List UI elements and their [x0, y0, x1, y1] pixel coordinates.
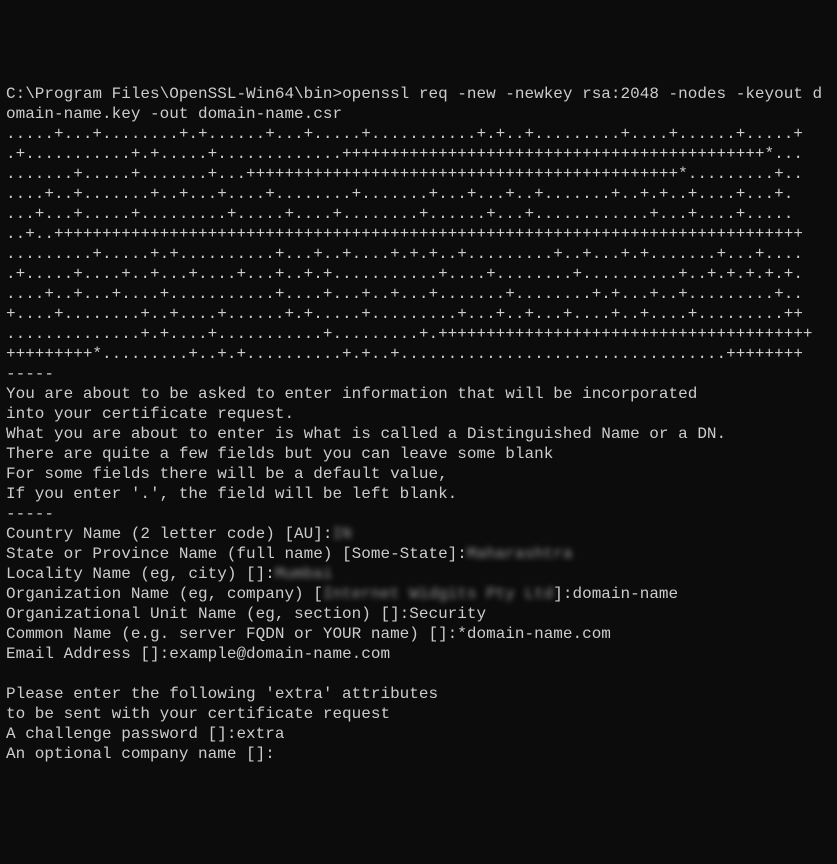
org-default: Internet Widgits Pty Ltd	[323, 585, 553, 603]
country-value: IN	[332, 525, 351, 543]
keygen-line: ....+..+.......+..+...+....+........+...…	[6, 185, 793, 203]
command-line: C:\Program Files\OpenSSL-Win64\bin>opens…	[6, 85, 822, 123]
keygen-line: .........+.....+.+..........+...+..+....…	[6, 245, 803, 263]
org-prompt: Organization Name (eg, company) [Interne…	[6, 585, 678, 603]
keygen-line: +++++++++*.........+..+.+..........+.+..…	[6, 345, 803, 363]
info-line: into your certificate request.	[6, 405, 294, 423]
keygen-line: .+.....+....+..+...+....+...+..+.+......…	[6, 265, 803, 283]
locality-value: Mumbai	[275, 565, 333, 583]
state-value: Maharashtra	[467, 545, 573, 563]
keygen-line: ....+..+...+....+...........+....+...+..…	[6, 285, 803, 303]
extra-heading: Please enter the following 'extra' attri…	[6, 685, 438, 703]
keygen-line: .....+...+........+.+......+...+.....+..…	[6, 125, 803, 143]
info-line: You are about to be asked to enter infor…	[6, 385, 697, 403]
keygen-line: ..............+.+....+...........+......…	[6, 325, 813, 343]
challenge-prompt: A challenge password []:extra	[6, 725, 284, 743]
keygen-line: .......+.....+.......+...+++++++++++++++…	[6, 165, 803, 183]
challenge-value: extra	[236, 725, 284, 743]
prompt-path: C:\Program Files\OpenSSL-Win64\bin>	[6, 85, 342, 103]
info-line: There are quite a few fields but you can…	[6, 445, 553, 463]
email-prompt: Email Address []:example@domain-name.com	[6, 645, 390, 663]
cn-value: *domain-name.com	[457, 625, 611, 643]
state-prompt: State or Province Name (full name) [Some…	[6, 545, 573, 563]
separator: -----	[6, 365, 54, 383]
extra-sub: to be sent with your certificate request	[6, 705, 390, 723]
ou-prompt: Organizational Unit Name (eg, section) […	[6, 605, 486, 623]
info-line: For some fields there will be a default …	[6, 465, 448, 483]
locality-prompt: Locality Name (eg, city) []:Mumbai	[6, 565, 332, 583]
info-line: What you are about to enter is what is c…	[6, 425, 726, 443]
cn-prompt: Common Name (e.g. server FQDN or YOUR na…	[6, 625, 611, 643]
terminal-output[interactable]: C:\Program Files\OpenSSL-Win64\bin>opens…	[6, 84, 831, 764]
country-prompt: Country Name (2 letter code) [AU]:IN	[6, 525, 352, 543]
keygen-line: .+...........+.+.....+.............+++++…	[6, 145, 803, 163]
email-value: example@domain-name.com	[169, 645, 390, 663]
org-value: domain-name	[573, 585, 679, 603]
separator: -----	[6, 505, 54, 523]
keygen-line: ..+..+++++++++++++++++++++++++++++++++++…	[6, 225, 803, 243]
ou-value: Security	[409, 605, 486, 623]
keygen-line: ...+...+.....+.........+.....+....+.....…	[6, 205, 793, 223]
optional-company-prompt[interactable]: An optional company name []:	[6, 745, 275, 763]
info-line: If you enter '.', the field will be left…	[6, 485, 457, 503]
keygen-line: +....+........+..+....+......+.+.....+..…	[6, 305, 803, 323]
